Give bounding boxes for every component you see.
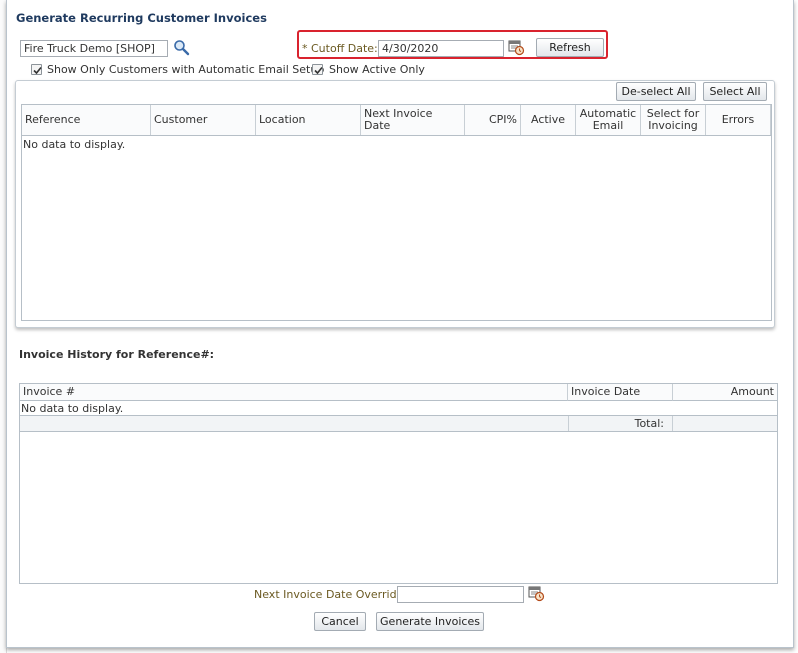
email-setup-label: Show Only Customers with Automatic Email… [47, 63, 325, 76]
col-reference[interactable]: Reference [22, 105, 151, 135]
grid-header: Reference Customer Location Next Invoice… [22, 105, 771, 136]
col-select-for-invoicing[interactable]: Select for Invoicing [641, 105, 706, 135]
cancel-button[interactable]: Cancel [314, 612, 366, 631]
col-next-invoice-date[interactable]: Next Invoice Date [361, 105, 465, 135]
cutoff-date-label: * Cutoff Date: [302, 42, 378, 55]
col-amount[interactable]: Amount [673, 384, 777, 401]
calendar-clock-icon[interactable] [508, 39, 525, 56]
cutoff-date-input[interactable]: 4/30/2020 [378, 40, 504, 57]
history-grid: Invoice # Invoice Date Amount No data to… [19, 383, 778, 584]
col-customer[interactable]: Customer [151, 105, 256, 135]
calendar-clock-icon[interactable] [528, 585, 545, 602]
select-all-button[interactable]: Select All [703, 82, 767, 101]
history-empty-text: No data to display. [21, 402, 124, 415]
dialog-title: Generate Recurring Customer Invoices [16, 11, 267, 25]
col-automatic-email[interactable]: Automatic Email [576, 105, 641, 135]
col-cpi[interactable]: CPI% [465, 105, 521, 135]
refresh-button[interactable]: Refresh [536, 38, 604, 57]
search-icon[interactable] [173, 39, 190, 56]
grid-empty-text: No data to display. [23, 138, 126, 151]
email-setup-checkbox[interactable] [31, 64, 42, 75]
shop-input[interactable]: Fire Truck Demo [SHOP] [20, 40, 168, 57]
active-only-label: Show Active Only [329, 63, 425, 76]
override-date-label: Next Invoice Date Override: [254, 588, 408, 601]
col-invoice-date[interactable]: Invoice Date [568, 384, 673, 401]
history-total-row: Total: [20, 415, 777, 432]
total-label: Total: [568, 416, 673, 431]
active-only-checkbox[interactable] [312, 64, 323, 75]
generate-invoices-button[interactable]: Generate Invoices [376, 612, 484, 631]
col-errors[interactable]: Errors [706, 105, 771, 135]
customers-grid: Reference Customer Location Next Invoice… [21, 104, 772, 321]
col-invoice-number[interactable]: Invoice # [20, 384, 568, 401]
history-title: Invoice History for Reference#: [19, 348, 215, 361]
generate-invoices-dialog: Generate Recurring Customer Invoices Fir… [6, 0, 794, 648]
deselect-all-button[interactable]: De-select All [616, 82, 696, 101]
col-active[interactable]: Active [521, 105, 576, 135]
override-date-input[interactable] [397, 586, 524, 603]
col-location[interactable]: Location [256, 105, 361, 135]
